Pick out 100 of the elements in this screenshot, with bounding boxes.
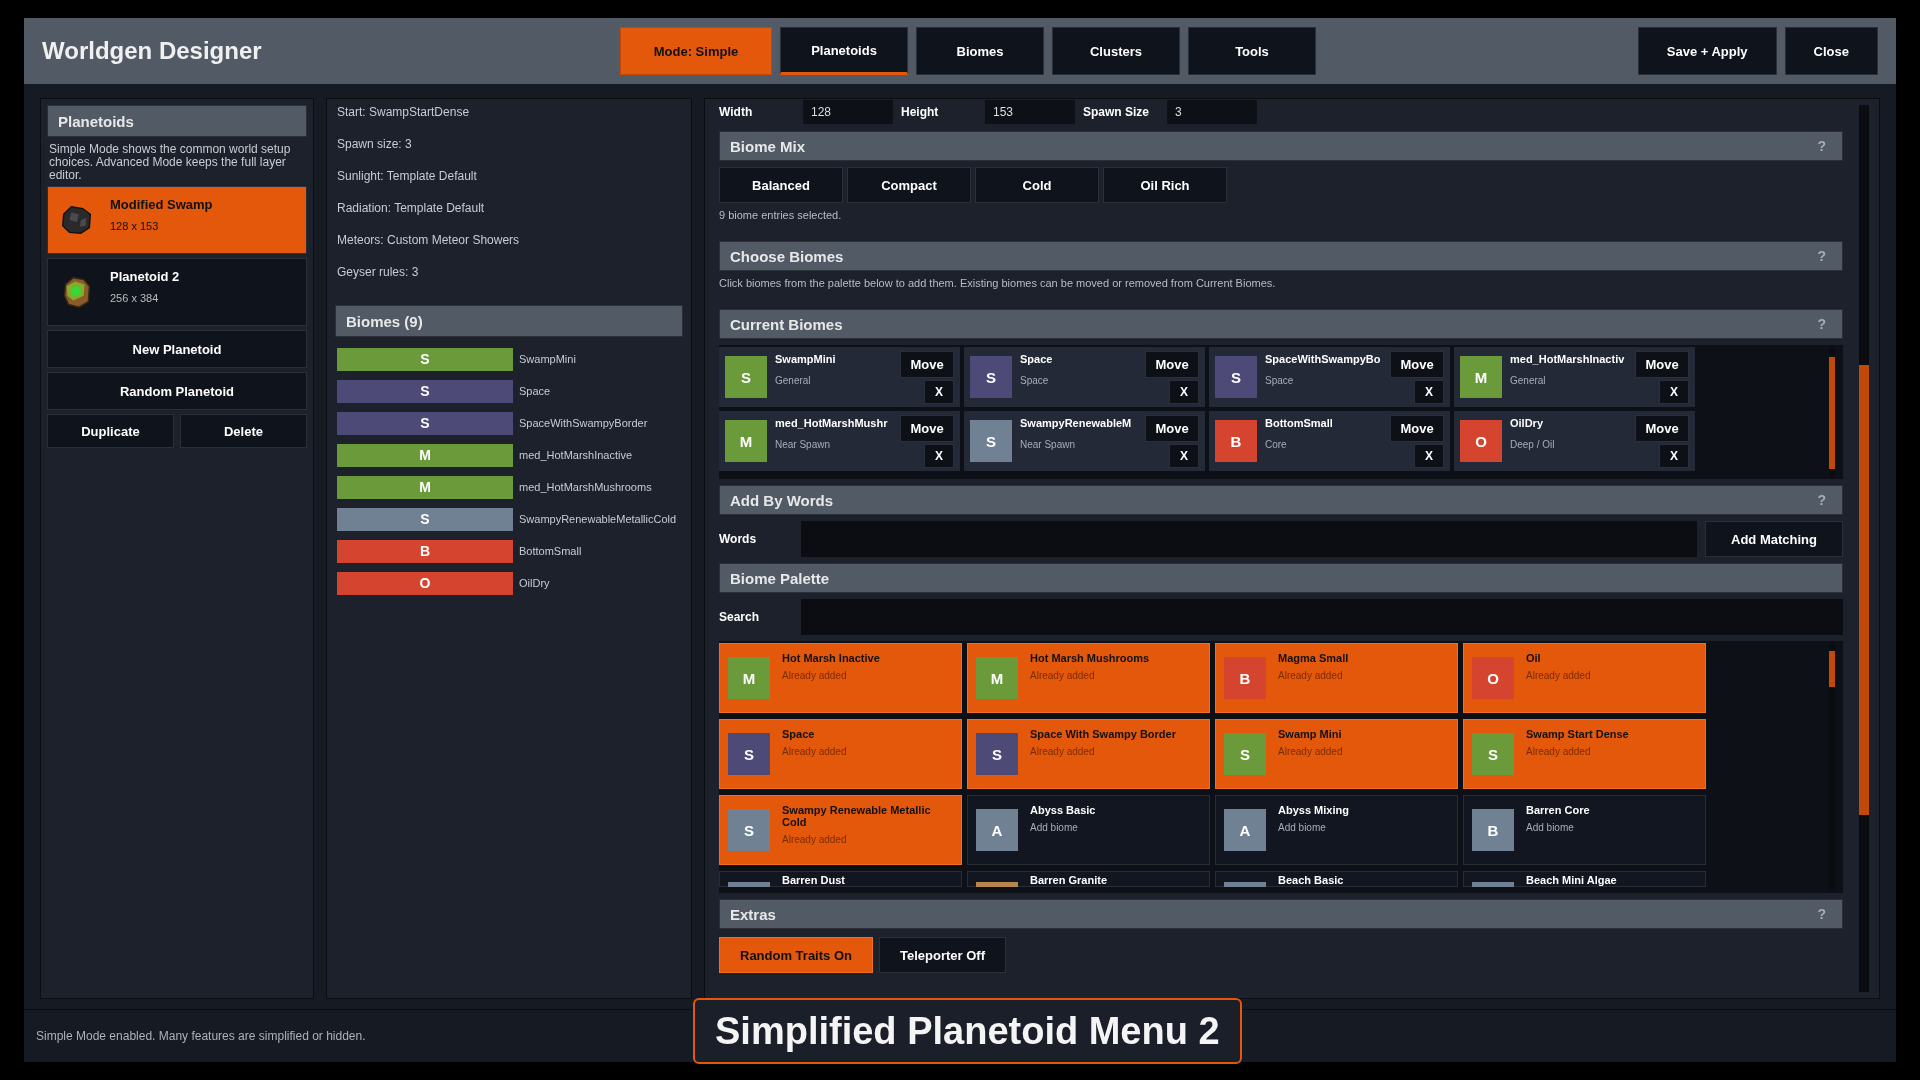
planetoid-action-button[interactable]: New Planetoid <box>47 330 307 368</box>
move-button[interactable]: Move <box>1635 350 1689 378</box>
biome-name: Swamp Mini <box>1278 728 1343 740</box>
header-button[interactable]: Save + Apply <box>1637 27 1777 75</box>
palette-biome-card[interactable]: B Magma Small Already added <box>1215 643 1458 713</box>
section-title: Current Biomes <box>730 315 843 333</box>
tab[interactable]: Planetoids <box>780 27 908 75</box>
biome-name: Hot Marsh Mushrooms <box>1030 652 1151 664</box>
biome-name: Magma Small <box>1278 652 1350 664</box>
remove-button[interactable]: X <box>1659 379 1689 404</box>
status-text: Simple Mode enabled. Many features are simplified or hidden. <box>36 1029 366 1043</box>
biome-letter-tag: S <box>728 809 770 851</box>
planetoid-name: Modified Swamp <box>110 197 213 212</box>
preset-button[interactable]: Balanced <box>719 167 843 203</box>
biome-letter-tag: O <box>1472 657 1514 699</box>
summary-text: Geyser rules: 3 <box>337 265 420 281</box>
biome-letter-tag: O <box>1460 420 1502 462</box>
palette-biome-card[interactable]: S Swamp Mini Already added <box>1215 719 1458 789</box>
palette-biome-card[interactable]: Barren Dust <box>719 871 962 887</box>
palette-biome-card[interactable]: S Swamp Start Dense Already added <box>1463 719 1706 789</box>
section-title: Biomes (9) <box>346 312 423 330</box>
summary-text: Sunlight: Template Default <box>337 169 478 185</box>
preset-button[interactable]: Oil Rich <box>1103 167 1227 203</box>
planetoid-item[interactable]: Planetoid 2 256 x 384 <box>47 258 307 326</box>
field-label: Width <box>719 105 754 119</box>
input-field[interactable]: 3 <box>1167 100 1257 124</box>
window-title: Worldgen Designer <box>42 37 263 65</box>
biome-name: BottomSmall <box>1265 417 1334 429</box>
biome-name: Barren Dust <box>782 874 846 886</box>
planetoid-action-button[interactable]: Delete <box>180 414 307 448</box>
section-title: Biome Palette <box>730 569 830 587</box>
biome-name: Swampy Renewable Metallic Cold <box>782 804 932 828</box>
tab[interactable]: Biomes <box>916 27 1044 75</box>
palette-biome-card[interactable]: A Abyss Mixing Add biome <box>1215 795 1458 865</box>
toggle-button[interactable]: Teleporter Off <box>878 937 1006 973</box>
input-field[interactable]: 128 <box>803 100 893 124</box>
move-button[interactable]: Move <box>1145 414 1199 442</box>
input-field[interactable] <box>801 521 1697 557</box>
move-button[interactable]: Move <box>1390 350 1444 378</box>
biome-letter-tag: S <box>970 420 1012 462</box>
section-title: Add By Words <box>730 491 834 509</box>
palette-biome-card[interactable]: M Hot Marsh Inactive Already added <box>719 643 962 713</box>
move-button[interactable]: Move <box>1145 350 1199 378</box>
biome-status: Already added <box>782 746 848 757</box>
field-label: Search <box>719 610 761 624</box>
input-field[interactable]: 153 <box>985 100 1075 124</box>
remove-button[interactable]: X <box>924 443 954 468</box>
preset-button[interactable]: Compact <box>847 167 971 203</box>
add-matching-button[interactable]: Add Matching <box>1705 521 1843 557</box>
biome-name: OilDry <box>519 577 550 589</box>
biome-letter-tag: S <box>337 507 513 531</box>
remove-button[interactable]: X <box>1414 443 1444 468</box>
header-button[interactable]: Close <box>1784 27 1878 75</box>
palette-biome-card[interactable]: Beach Mini Algae <box>1463 871 1706 887</box>
palette-biome-card[interactable]: S Space With Swampy Border Already added <box>967 719 1210 789</box>
summary-text: Meteors: Custom Meteor Showers <box>337 233 521 249</box>
planetoid-action-button[interactable]: Random Planetoid <box>47 372 307 410</box>
move-button[interactable]: Move <box>900 350 954 378</box>
scrollbar[interactable] <box>1859 105 1869 992</box>
palette-biome-card[interactable]: A Abyss Basic Add biome <box>967 795 1210 865</box>
remove-button[interactable]: X <box>924 379 954 404</box>
palette-biome-card[interactable]: Barren Granite <box>967 871 1210 887</box>
palette-biome-card[interactable]: S Space Already added <box>719 719 962 789</box>
section-title: Extras <box>730 905 776 923</box>
scrollbar[interactable] <box>1829 643 1835 891</box>
move-button[interactable]: Move <box>1390 414 1444 442</box>
remove-button[interactable]: X <box>1414 379 1444 404</box>
biome-zone: Space <box>1265 375 1295 386</box>
toggle-button[interactable]: Random Traits On <box>719 937 873 973</box>
biome-letter-tag: M <box>337 443 513 467</box>
palette-biome-card[interactable]: M Hot Marsh Mushrooms Already added <box>967 643 1210 713</box>
biome-zone: General <box>1510 375 1547 386</box>
biome-zone: Space <box>1020 375 1050 386</box>
biome-letter-tag: A <box>1224 809 1266 851</box>
tab[interactable]: Clusters <box>1052 27 1180 75</box>
palette-biome-card[interactable]: S Swampy Renewable Metallic Cold Already added <box>719 795 962 865</box>
tab[interactable]: Tools <box>1188 27 1316 75</box>
biome-letter-tag: S <box>337 411 513 435</box>
biome-zone: Near Spawn <box>775 439 832 450</box>
biome-letter-tag: S <box>728 733 770 775</box>
summary-text: Radiation: Template Default <box>337 201 486 217</box>
remove-button[interactable]: X <box>1169 443 1199 468</box>
remove-button[interactable]: X <box>1169 379 1199 404</box>
scrollbar[interactable] <box>1829 347 1835 477</box>
search-field[interactable] <box>801 599 1843 635</box>
mode-toggle-button[interactable]: Mode: Simple <box>620 27 772 75</box>
info-text: 9 biome entries selected. <box>719 209 843 221</box>
preset-button[interactable]: Cold <box>975 167 1099 203</box>
move-button[interactable]: Move <box>1635 414 1689 442</box>
remove-button[interactable]: X <box>1659 443 1689 468</box>
biome-name: med_HotMarshMushr <box>775 417 889 429</box>
palette-biome-card[interactable]: Beach Basic <box>1215 871 1458 887</box>
planetoid-action-button[interactable]: Duplicate <box>47 414 174 448</box>
move-button[interactable]: Move <box>900 414 954 442</box>
palette-biome-card[interactable]: O Oil Already added <box>1463 643 1706 713</box>
field-label: Height <box>901 105 940 119</box>
summary-text: Spawn size: 3 <box>337 137 413 153</box>
palette-biome-card[interactable]: B Barren Core Add biome <box>1463 795 1706 865</box>
biome-letter-tag: S <box>976 733 1018 775</box>
planetoid-item[interactable]: Modified Swamp 128 x 153 <box>47 186 307 254</box>
